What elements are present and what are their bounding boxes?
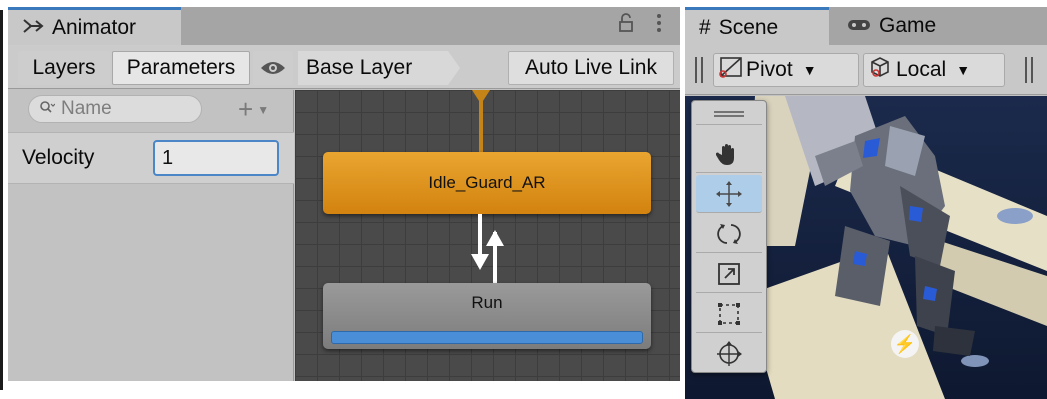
animator-window: Animator Layers Parameters Base Layer Au… (8, 7, 680, 381)
local-dropdown[interactable]: Local ▼ (863, 53, 1005, 87)
state-node-run[interactable]: Run (323, 283, 651, 349)
pivot-label: Pivot (746, 58, 793, 81)
pivot-icon (718, 55, 744, 85)
tab-game-label: Game (879, 14, 937, 37)
more-options-icon[interactable] (656, 13, 662, 39)
auto-live-link-button[interactable]: Auto Live Link (508, 51, 674, 85)
local-label: Local (896, 58, 947, 81)
chevron-down-icon: ▼ (802, 62, 817, 78)
parameters-tab-button[interactable]: Parameters (112, 51, 250, 85)
parameter-value-field[interactable] (153, 140, 279, 176)
scene-toolbar: Pivot ▼ Local ▼ (685, 45, 1047, 95)
state-node-idle-guard-ar[interactable]: Idle_Guard_AR (323, 152, 651, 214)
local-icon (868, 55, 894, 85)
add-parameter-button[interactable]: + ▼ (238, 94, 269, 125)
search-icon (39, 98, 56, 120)
eye-icon[interactable] (253, 51, 293, 85)
tab-game[interactable]: Game (833, 7, 963, 45)
hash-icon: # (699, 15, 711, 39)
state-machine-graph[interactable]: Idle_Guard_AR Run (295, 90, 680, 381)
search-placeholder: Name (61, 98, 112, 119)
tab-scene-label: Scene (718, 15, 779, 39)
scene-tabbar: # Scene Game (685, 7, 1047, 45)
pivot-dropdown[interactable]: Pivot ▼ (713, 53, 859, 87)
tools-overlay (691, 100, 767, 373)
state-run-label: Run (471, 293, 503, 312)
animator-icon (22, 16, 44, 40)
toolbar-grip-icon[interactable] (695, 57, 703, 83)
lightning-icon[interactable]: ⚡ (891, 330, 919, 358)
parameters-panel: Name + ▼ Velocity (8, 90, 294, 381)
state-progress-bar (331, 331, 643, 344)
move-tool-icon[interactable] (696, 175, 762, 213)
breadcrumb-base-layer[interactable]: Base Layer (298, 51, 460, 85)
rotate-tool-icon[interactable] (696, 215, 762, 253)
layers-tab-button[interactable]: Layers (18, 51, 110, 85)
chevron-down-icon: ▼ (956, 62, 971, 78)
scale-tool-icon[interactable] (696, 255, 762, 293)
animator-tab-label: Animator (52, 15, 137, 39)
entry-arrow-icon (472, 90, 490, 104)
toolbar-grip-icon[interactable] (1025, 57, 1033, 83)
parameter-row: Velocity (8, 132, 294, 184)
transform-tool-icon[interactable] (696, 335, 762, 373)
scene-window: # Scene Game Pivot ▼ Local ▼ ⚡ (685, 7, 1047, 399)
overlay-drag-handle-icon[interactable] (696, 103, 762, 125)
chevron-down-icon: ▼ (257, 102, 270, 117)
tab-actions (618, 13, 662, 39)
rect-tool-icon[interactable] (696, 295, 762, 333)
animator-toolbar: Layers Parameters Base Layer Auto Live L… (8, 45, 680, 89)
window-edge (0, 10, 3, 390)
plus-icon: + (238, 94, 254, 124)
animator-tabbar: Animator (8, 7, 680, 45)
tab-animator[interactable]: Animator (8, 7, 181, 45)
gamepad-icon (847, 14, 871, 38)
parameter-name: Velocity (22, 146, 95, 169)
scene-viewport[interactable]: ⚡ (685, 96, 1047, 399)
parameter-search-input[interactable]: Name (28, 95, 202, 123)
tab-scene[interactable]: # Scene (685, 7, 829, 45)
transition-arrows[interactable] (465, 214, 515, 283)
lock-icon[interactable] (618, 13, 634, 39)
hand-tool-icon[interactable] (696, 135, 762, 173)
